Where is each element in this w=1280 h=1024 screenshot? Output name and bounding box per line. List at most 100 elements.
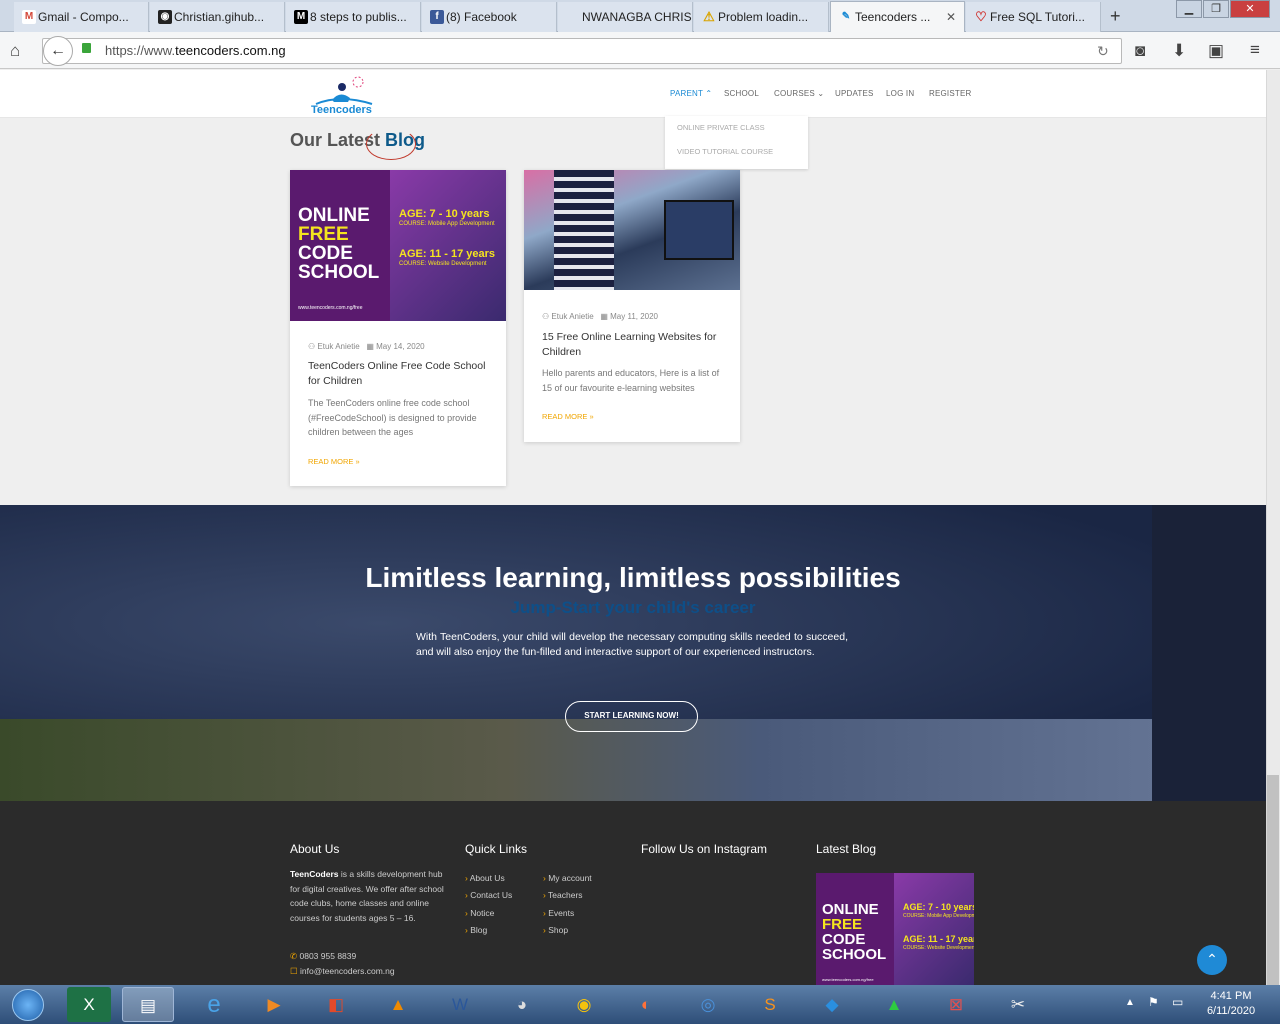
double-chevron-icon: » [355,457,360,466]
tray-expand-icon[interactable]: ▲ [1125,997,1135,1008]
footer-link-contact[interactable]: Contact Us [465,890,512,900]
image-child-figure [554,170,614,290]
menu-login[interactable]: LOG IN [886,89,914,98]
footer-latest-blog-image[interactable]: ONLINE FREE CODE SCHOOL AGE: 7 - 10 year… [816,873,974,985]
tab-sql[interactable]: ♡ Free SQL Tutori... [966,2,1101,32]
menu-updates[interactable]: UPDATES [835,89,874,98]
hero-subtitle: Jump-Start your child's career [510,598,756,617]
back-to-top-button[interactable]: ⌃ [1197,945,1227,975]
firefox-icon[interactable]: ◐ [620,987,672,1022]
network-icon[interactable]: ▭ [1172,995,1183,1009]
word-icon[interactable]: W [434,987,486,1022]
calendar-icon: ▦ [366,342,374,351]
tab-medium[interactable]: M8 steps to publis... [286,2,421,32]
dropdown-online-private-class[interactable]: ONLINE PRIVATE CLASS [677,123,765,132]
back-button[interactable]: ← [43,36,73,66]
dropdown-video-tutorial-course[interactable]: VIDEO TUTORIAL COURSE [677,147,773,156]
footer-link-teachers[interactable]: Teachers [543,890,583,900]
double-chevron-icon: » [589,412,594,421]
menu-courses[interactable]: COURSES ⌄ [774,89,824,98]
app-x-icon[interactable]: ⊠ [930,987,982,1022]
tab-teencoders[interactable]: ✎ Teencoders ... ✕ [830,1,965,32]
footer-link-account[interactable]: My account [543,873,591,883]
footer-email[interactable]: ☐ info@teencoders.com.ng [290,964,395,979]
start-button[interactable] [2,987,54,1022]
restore-button[interactable]: ❐ [1203,0,1229,18]
footer-quick-heading: Quick Links [465,842,528,856]
menu-parent[interactable]: PARENT ⌃ [670,89,712,98]
vlc-icon[interactable]: ▲ [372,987,424,1022]
codeblocks-icon[interactable]: ◧ [310,987,362,1022]
ie-icon[interactable]: e [188,987,240,1022]
logo-text: Teencoders [311,104,372,116]
post-title[interactable]: TeenCoders Online Free Code School for C… [308,359,488,389]
tab-gmail[interactable]: M Gmail - Compo... [14,2,149,32]
action-center-icon[interactable]: ⚑ [1148,995,1159,1009]
post-title[interactable]: 15 Free Online Learning Websites for Chi… [542,330,722,360]
snipping-tool-icon[interactable]: ✂ [992,987,1044,1022]
home-icon[interactable]: ⌂ [10,41,20,61]
tab-problem-loading[interactable]: ⚠ Problem loadin... [694,2,829,32]
sidebar-icon[interactable]: ▣ [1208,41,1224,61]
teencoders-logo[interactable]: Teencoders [310,74,380,116]
gmail-icon: M [22,10,36,24]
tab-github[interactable]: ◉ Christian.gihub... [150,2,285,32]
hero-text: With TeenCoders, your child will develop… [416,631,848,658]
tab-facebook[interactable]: f (8) Facebook [422,2,557,32]
sublime-icon[interactable]: S [744,987,796,1022]
scrollbar-thumb[interactable] [1267,775,1279,985]
footer-instagram-heading: Follow Us on Instagram [641,842,768,856]
blog-card-image[interactable] [524,170,740,290]
close-tab-icon[interactable]: ✕ [946,10,956,24]
pocket-icon[interactable]: ◙ [1135,41,1145,61]
post-excerpt: Hello parents and educators, Here is a l… [542,368,720,393]
medium-icon: M [294,10,308,24]
image-photo-overlay [390,170,506,321]
android-studio-icon[interactable]: ▲ [868,987,920,1022]
menu-register[interactable]: REGISTER [929,89,972,98]
footer-link-events[interactable]: Events [543,908,574,918]
footer-link-blog[interactable]: Blog [465,925,487,935]
image-monitor [664,200,734,260]
url-text[interactable]: https://www.teencoders.com.ng [105,43,286,58]
image-title: ONLINE FREE CODE SCHOOL [298,205,380,283]
start-learning-button[interactable]: START LEARNING NOW! [565,701,698,732]
reload-icon[interactable]: ↻ [1097,41,1109,61]
footer-link-about[interactable]: About Us [465,873,505,883]
warning-icon: ⚠ [703,9,715,24]
footer-phone[interactable]: ✆ 0803 955 8839 [290,949,356,964]
new-tab-button[interactable]: + [1110,6,1121,27]
download-icon[interactable]: ⬇ [1172,41,1186,61]
vscode-icon[interactable]: ◆ [806,987,858,1022]
footer-link-shop[interactable]: Shop [543,925,568,935]
footer-about-text: TeenCoders is a skills development hub f… [290,869,444,923]
minimize-button[interactable]: ▁ [1176,0,1202,18]
app-icon[interactable]: ◕ [496,987,548,1022]
menu-icon[interactable]: ≡ [1250,40,1260,60]
calendar-icon: ▦ [600,312,608,321]
phone-icon: ✆ [290,951,298,961]
excel-icon[interactable]: X [67,987,111,1022]
read-more-link[interactable]: READ MORE » [308,457,360,466]
facebook-icon: f [430,10,444,24]
hero-edge [1152,505,1266,801]
chromium-icon[interactable]: ◎ [682,987,734,1022]
media-player-icon[interactable]: ▶ [248,987,300,1022]
close-window-button[interactable]: ✕ [1230,0,1270,18]
footer-link-notice[interactable]: Notice [465,908,494,918]
tab-nwanagba[interactable]: NWANAGBA CHRIS... [558,2,693,32]
teencoders-icon: ✎ [841,11,851,22]
windows-logo-icon [12,989,44,1021]
author-icon: ⚇ [308,342,316,351]
menu-school[interactable]: SCHOOL [724,89,759,98]
chrome-icon[interactable]: ◉ [558,987,610,1022]
footer [0,801,1266,985]
blog-card-image[interactable]: ONLINE FREE CODE SCHOOL AGE: 7 - 10 year… [290,170,506,321]
system-clock[interactable]: 4:41 PM 6/11/2020 [1196,989,1266,1019]
sql-icon: ♡ [975,9,987,24]
explorer-icon[interactable]: ▤ [122,987,174,1022]
read-more-link[interactable]: READ MORE » [542,412,594,421]
chevron-up-icon: ⌃ [1206,951,1218,967]
blog-heading-underline [366,128,416,160]
github-icon: ◉ [158,10,172,24]
